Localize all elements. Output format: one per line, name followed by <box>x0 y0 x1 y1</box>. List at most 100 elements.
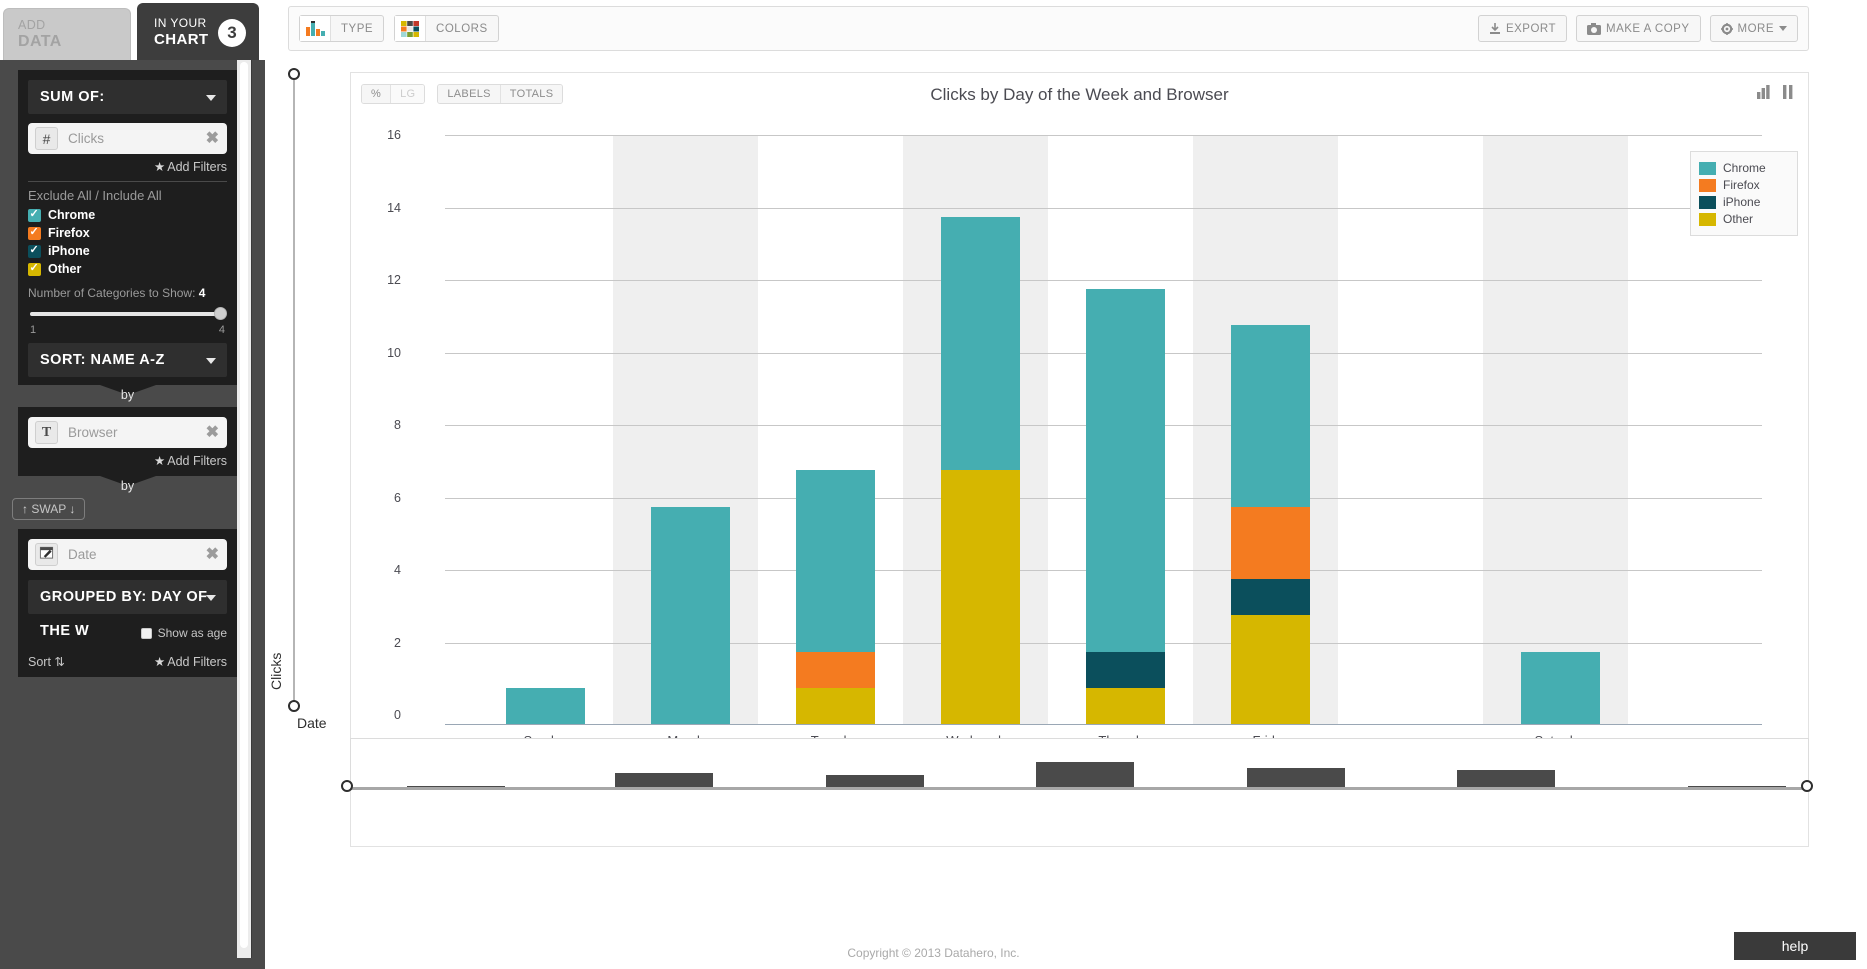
plot-area: 16 14 12 10 8 6 4 2 0 <box>387 128 1762 748</box>
vertical-zoom-rail[interactable] <box>288 68 300 712</box>
sort-dropdown[interactable]: SORT: NAME A-Z <box>28 343 227 377</box>
zoom-handle-top[interactable] <box>288 68 300 80</box>
legend-swatch-chrome <box>1699 161 1716 175</box>
range-preview-chart[interactable] <box>350 738 1809 788</box>
checkbox-show-as-age[interactable] <box>140 627 152 639</box>
checkbox-chrome[interactable] <box>28 207 41 222</box>
remove-date-icon[interactable]: ✖ <box>206 539 219 570</box>
segment-iphone <box>1231 579 1310 616</box>
checkbox-other[interactable] <box>28 261 41 276</box>
y-tick-4: 4 <box>394 563 401 577</box>
zoom-handle-bottom[interactable] <box>288 700 300 712</box>
type-button[interactable]: TYPE <box>299 15 385 42</box>
legend-item-chrome[interactable]: Chrome <box>1699 161 1789 175</box>
sidebar-tabs: ADD DATA IN YOUR CHART 3 <box>0 0 265 60</box>
category-other[interactable]: Other <box>28 261 227 276</box>
y-tick-2: 2 <box>394 635 401 650</box>
slider-max-label: 4 <box>218 324 225 336</box>
add-filters-metric[interactable]: ★ Add Filters <box>28 159 227 174</box>
group-by-card: T Browser ✖ ★ Add Filters <box>18 407 237 476</box>
bar-thursday[interactable] <box>1086 289 1165 724</box>
slider-knob[interactable] <box>214 307 227 320</box>
more-button[interactable]: MORE <box>1709 15 1798 42</box>
sort-toggle[interactable]: Sort ⇅ <box>28 654 65 669</box>
date-field-label: Date <box>68 547 97 562</box>
remove-metric-icon[interactable]: ✖ <box>206 123 219 154</box>
exclude-include-all[interactable]: Exclude All / Include All <box>28 188 227 203</box>
colors-button[interactable]: COLORS <box>394 15 499 42</box>
make-a-copy-button-label: MAKE A COPY <box>1606 22 1690 35</box>
segment-chrome <box>941 216 1020 471</box>
category-iphone[interactable]: iPhone <box>28 243 227 258</box>
segment-other <box>1231 615 1310 724</box>
type-button-label-wrap: TYPE <box>331 16 383 41</box>
metric-card: SUM OF: # Clicks ✖ ★ Add Filters Exclude … <box>18 70 237 385</box>
y-tick-16: 16 <box>387 128 401 142</box>
legend-item-other[interactable]: Other <box>1699 212 1789 226</box>
sum-of-dropdown[interactable]: SUM OF: <box>28 80 227 114</box>
bar-chart-view-icon[interactable] <box>1757 85 1772 99</box>
by-label-2: by <box>120 479 135 493</box>
sidebar-scrollbar-thumb[interactable] <box>240 62 248 948</box>
y-tick-8: 8 <box>394 418 401 432</box>
bar-saturday[interactable] <box>1521 651 1600 724</box>
legend-item-iphone[interactable]: iPhone <box>1699 195 1789 209</box>
range-bar-thursday <box>1247 768 1345 788</box>
checkbox-firefox[interactable] <box>28 225 41 240</box>
calendar-icon <box>35 543 58 566</box>
legend-label-other: Other <box>1723 212 1754 226</box>
make-a-copy-button[interactable]: MAKE A COPY <box>1576 15 1701 42</box>
x-axis-title: Date <box>297 715 327 731</box>
by-label-1: by <box>120 388 135 402</box>
metric-field-clicks[interactable]: # Clicks ✖ <box>28 123 227 154</box>
tab-in-your-chart[interactable]: IN YOUR CHART 3 <box>137 3 259 60</box>
export-button-label: EXPORT <box>1505 22 1557 35</box>
y-axis-title: Clicks <box>268 652 284 690</box>
range-handle-right[interactable] <box>1801 780 1813 792</box>
num-categories-label: Number of Categories to Show: <box>28 286 196 300</box>
category-chrome[interactable]: Chrome <box>28 207 227 222</box>
checkbox-iphone[interactable] <box>28 243 41 258</box>
legend-swatch-other <box>1699 212 1716 226</box>
segment-chrome <box>1231 325 1310 507</box>
tab-add-data[interactable]: ADD DATA <box>3 8 131 60</box>
legend-item-firefox[interactable]: Firefox <box>1699 178 1789 192</box>
bar-friday[interactable] <box>1231 325 1310 724</box>
footer-copyright: Copyright © 2013 Datahero, Inc. <box>847 946 1020 960</box>
show-as-age-label: Show as age <box>157 626 227 640</box>
add-filters-metric-label: Add Filters <box>167 160 227 174</box>
column-chart-view-icon[interactable] <box>1781 85 1796 99</box>
colors-button-label: COLORS <box>436 22 488 35</box>
help-button[interactable]: help <box>1734 932 1856 960</box>
remove-group-icon[interactable]: ✖ <box>206 417 219 448</box>
divider <box>28 181 227 182</box>
bar-tuesday[interactable] <box>796 470 875 724</box>
hash-icon: # <box>35 127 58 150</box>
export-button[interactable]: EXPORT <box>1477 15 1568 42</box>
sidebar-scrollbar[interactable] <box>237 60 251 958</box>
chevron-down-icon <box>206 95 216 101</box>
left-sidebar: ADD DATA IN YOUR CHART 3 SUM OF: # Click… <box>0 0 265 969</box>
text-icon: T <box>35 421 58 444</box>
color-palette-icon <box>395 16 427 41</box>
chart-legend: Chrome Firefox iPhone Other <box>1690 151 1798 236</box>
range-handle-left[interactable] <box>341 780 353 792</box>
date-field[interactable]: Date ✖ <box>28 539 227 570</box>
camera-icon <box>1587 22 1602 35</box>
num-categories-slider[interactable] <box>28 306 227 324</box>
add-filters-date-label: Add Filters <box>167 655 227 669</box>
group-field-label: Browser <box>68 425 118 440</box>
group-field-browser[interactable]: T Browser ✖ <box>28 417 227 448</box>
y-tick-12: 12 <box>387 273 401 287</box>
bar-wednesday[interactable] <box>941 216 1020 724</box>
bar-sunday[interactable] <box>506 687 585 724</box>
tab-add-data-line2: DATA <box>18 33 62 50</box>
grouped-by-dropdown[interactable]: GROUPED BY: DAY OF THE W <box>28 580 227 639</box>
range-bar-friday <box>1457 770 1555 788</box>
add-filters-date[interactable]: ★ Add Filters <box>154 654 227 669</box>
bar-monday[interactable] <box>651 506 730 724</box>
slider-track <box>30 312 225 316</box>
swap-button[interactable]: ↑ SWAP ↓ <box>12 498 86 520</box>
category-firefox[interactable]: Firefox <box>28 225 227 240</box>
add-filters-group[interactable]: ★ Add Filters <box>28 453 227 468</box>
